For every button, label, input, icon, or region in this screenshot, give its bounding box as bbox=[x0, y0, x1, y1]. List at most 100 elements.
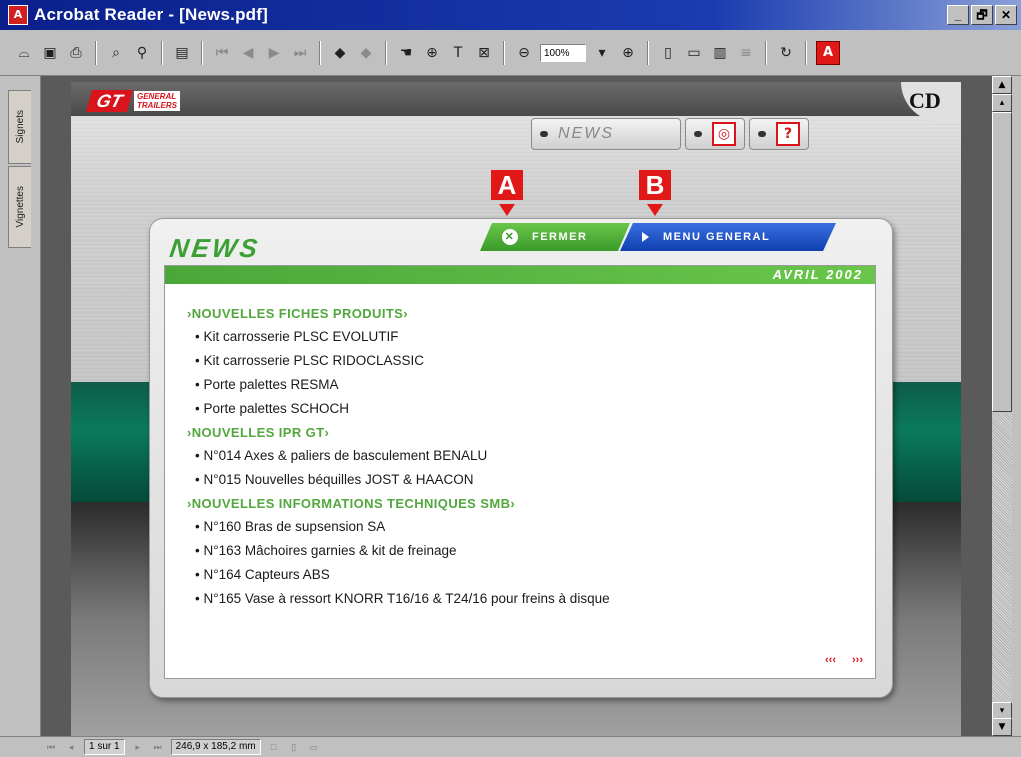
section-title[interactable]: ›NOUVELLES INFORMATIONS TECHNIQUES SMB› bbox=[187, 496, 867, 511]
news-nav-button[interactable]: NEWS bbox=[531, 118, 681, 150]
callout-b: B bbox=[639, 170, 671, 200]
window-controls: _ 🗗 ✕ bbox=[947, 5, 1017, 25]
toolbar-separator bbox=[765, 40, 767, 65]
toolbar: ⌓ ▣ ⎙ ⌕ ⚲ ▤ ⏮ ◀ ▶ ⏭ ◆ ◆ ☚ ⊕ T ⊠ ⊖ 100% ▾… bbox=[0, 30, 1021, 76]
toolbar-separator bbox=[805, 40, 807, 65]
zoom-input[interactable]: 100% bbox=[540, 43, 586, 62]
acrobat-icon[interactable]: A bbox=[816, 40, 840, 65]
fermer-button[interactable]: ✕ FERMER bbox=[480, 223, 630, 251]
tab-vignettes-label: Vignettes bbox=[14, 186, 26, 228]
callout-a-arrow bbox=[499, 204, 515, 216]
tab-signets-label: Signets bbox=[14, 110, 26, 144]
prev-page-icon[interactable]: ◂ bbox=[64, 740, 78, 754]
list-item[interactable]: • Porte palettes RESMA bbox=[187, 373, 867, 397]
list-item[interactable]: • Porte palettes SCHOCH bbox=[187, 397, 867, 421]
toolbar-separator bbox=[161, 40, 163, 65]
close-circle-icon: ✕ bbox=[502, 229, 518, 245]
news-date: AVRIL 2002 bbox=[772, 267, 863, 282]
last-page-icon[interactable]: ⏭ bbox=[290, 43, 310, 63]
fit-page-icon[interactable]: ▭ bbox=[684, 43, 704, 63]
list-item[interactable]: • Kit carrosserie PLSC EVOLUTIF bbox=[187, 325, 867, 349]
section-title[interactable]: ›NOUVELLES FICHES PRODUITS› bbox=[187, 306, 867, 321]
page-indicator[interactable]: 1 sur 1 bbox=[84, 739, 125, 755]
zoom-in-icon[interactable]: ⊕ bbox=[618, 43, 638, 63]
section-title[interactable]: ›NOUVELLES IPR GT› bbox=[187, 425, 867, 440]
help-nav-button[interactable]: ? bbox=[749, 118, 809, 150]
next-page-icon[interactable]: ▶ bbox=[264, 43, 284, 63]
minimize-button[interactable]: _ bbox=[947, 5, 969, 25]
cd-label: CD bbox=[909, 88, 941, 113]
close-button[interactable]: ✕ bbox=[995, 5, 1017, 25]
bullet-icon bbox=[694, 131, 702, 137]
rotate-icon[interactable]: ↻ bbox=[776, 43, 796, 63]
toolbar-separator bbox=[201, 40, 203, 65]
single-page-icon[interactable]: □ bbox=[267, 740, 281, 754]
panel-title: NEWS bbox=[167, 233, 263, 263]
news-nav-label: NEWS bbox=[558, 125, 614, 142]
fermer-label: FERMER bbox=[532, 231, 588, 243]
text-select-icon[interactable]: T bbox=[448, 43, 468, 63]
navigation-pane-tabs: Signets Vignettes bbox=[0, 76, 41, 736]
actual-size-icon[interactable]: ▯ bbox=[658, 43, 678, 63]
search-icon[interactable]: ⚲ bbox=[132, 43, 152, 63]
hand-icon[interactable]: ☚ bbox=[396, 43, 416, 63]
list-item[interactable]: • N°014 Axes & paliers de basculement BE… bbox=[187, 444, 867, 468]
prev-page-icon[interactable]: ◀ bbox=[238, 43, 258, 63]
zoom-dropdown-icon[interactable]: ▾ bbox=[592, 43, 612, 63]
first-page-icon[interactable]: ⏮ bbox=[44, 740, 58, 754]
back-icon[interactable]: ◆ bbox=[330, 43, 350, 63]
restore-button[interactable]: 🗗 bbox=[971, 5, 993, 25]
gt-general-trailers-logo: GT GENERAL TRAILERS bbox=[86, 90, 180, 112]
forward-icon[interactable]: ◆ bbox=[356, 43, 376, 63]
title-bar: A Acrobat Reader - [News.pdf] _ 🗗 ✕ bbox=[0, 0, 1021, 30]
next-page-link[interactable]: ››› bbox=[852, 654, 863, 666]
graphics-select-icon[interactable]: ⊠ bbox=[474, 43, 494, 63]
menu-general-button[interactable]: MENU GENERAL bbox=[620, 223, 836, 251]
save-icon[interactable]: ▣ bbox=[40, 43, 60, 63]
zoom-out-icon[interactable]: ⊖ bbox=[514, 43, 534, 63]
news-sections: ›NOUVELLES FICHES PRODUITS› • Kit carros… bbox=[187, 306, 867, 611]
scroll-up-page-icon[interactable]: ▴ bbox=[992, 94, 1012, 112]
continuous-icon[interactable]: ▯ bbox=[287, 740, 301, 754]
vertical-scrollbar[interactable]: ▲ ▴ ▾ ▼ bbox=[992, 76, 1012, 736]
facing-icon[interactable]: ▭ bbox=[307, 740, 321, 754]
fit-width-icon[interactable]: ▥ bbox=[710, 43, 730, 63]
scroll-thumb[interactable] bbox=[992, 112, 1012, 412]
open-icon[interactable]: ⌓ bbox=[14, 43, 34, 63]
window-title: Acrobat Reader - [News.pdf] bbox=[34, 5, 268, 24]
toolbar-separator bbox=[385, 40, 387, 65]
tab-vignettes[interactable]: Vignettes bbox=[8, 166, 31, 248]
thumbnail-icon[interactable]: ▤ bbox=[172, 43, 192, 63]
scroll-track[interactable] bbox=[992, 412, 1012, 702]
callout-b-arrow bbox=[647, 204, 663, 216]
list-item[interactable]: • N°163 Mâchoires garnies & kit de frein… bbox=[187, 539, 867, 563]
target-nav-button[interactable]: ◎ bbox=[685, 118, 745, 150]
zoom-icon[interactable]: ⊕ bbox=[422, 43, 442, 63]
gt-logo-line1: GENERAL bbox=[137, 92, 177, 101]
scroll-up-icon[interactable]: ▲ bbox=[992, 76, 1012, 94]
list-item[interactable]: • N°015 Nouvelles béquilles JOST & HAACO… bbox=[187, 468, 867, 492]
page-header-strip bbox=[71, 82, 961, 116]
last-page-icon[interactable]: ⏭ bbox=[151, 740, 165, 754]
gt-logo-words: GENERAL TRAILERS bbox=[134, 91, 180, 111]
prev-page-link[interactable]: ‹‹‹ bbox=[825, 654, 836, 666]
list-item[interactable]: • N°160 Bras de supsension SA bbox=[187, 515, 867, 539]
target-icon: ◎ bbox=[712, 122, 736, 146]
list-item[interactable]: • Kit carrosserie PLSC RIDOCLASSIC bbox=[187, 349, 867, 373]
list-item[interactable]: • N°164 Capteurs ABS bbox=[187, 563, 867, 587]
toolbar-separator bbox=[319, 40, 321, 65]
pager: ‹‹‹ ››› bbox=[825, 654, 863, 666]
tab-signets[interactable]: Signets bbox=[8, 90, 31, 164]
scroll-down-icon[interactable]: ▼ bbox=[992, 718, 1012, 736]
document-area: GT GENERAL TRAILERS CD NEWS ◎ ? A B NEWS… bbox=[41, 76, 992, 736]
menu-general-label: MENU GENERAL bbox=[663, 231, 771, 243]
list-item[interactable]: • N°165 Vase à ressort KNORR T16/16 & T2… bbox=[187, 587, 867, 611]
find-icon[interactable]: ⌕ bbox=[106, 43, 126, 63]
play-arrow-icon bbox=[642, 232, 649, 242]
reflow-icon[interactable]: ≡ bbox=[736, 43, 756, 63]
toolbar-separator bbox=[503, 40, 505, 65]
print-icon[interactable]: ⎙ bbox=[66, 43, 86, 63]
callout-a: A bbox=[491, 170, 523, 200]
first-page-icon[interactable]: ⏮ bbox=[212, 43, 232, 63]
next-page-icon[interactable]: ▸ bbox=[131, 740, 145, 754]
